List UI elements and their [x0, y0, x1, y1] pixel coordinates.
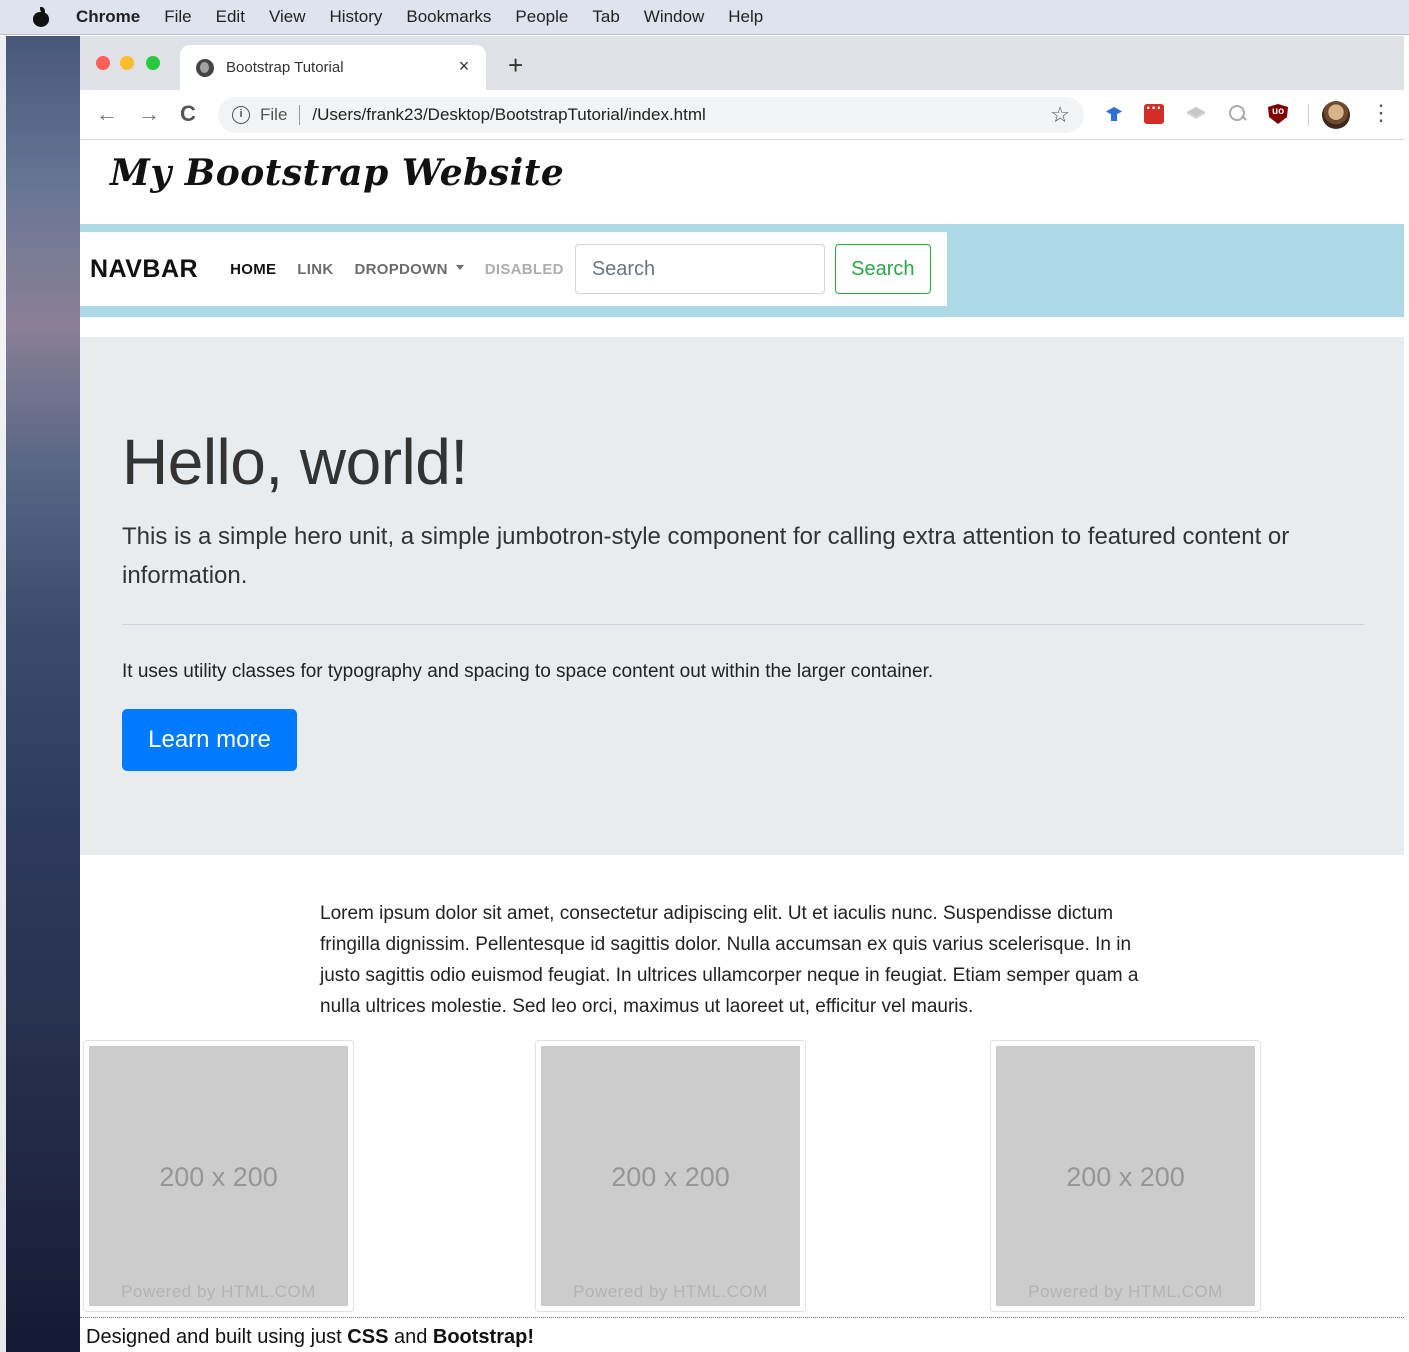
nav-dropdown[interactable]: DROPDOWN [355, 261, 464, 278]
jumbotron-lead: This is a simple hero unit, a simple jum… [122, 523, 1290, 589]
nav-dropdown-label: DROPDOWN [354, 260, 448, 278]
learn-more-button[interactable]: Learn more [122, 709, 297, 771]
menu-window[interactable]: Window [644, 7, 704, 27]
thumbnail-image: 200 x 200 Powered by HTML.COM [535, 1040, 806, 1312]
placeholder-credit: Powered by HTML.COM [573, 1282, 768, 1301]
window-zoom-button[interactable] [146, 56, 160, 70]
toolbar-divider [1308, 104, 1309, 126]
window-close-button[interactable] [96, 56, 110, 70]
tab-bootstrap-tutorial[interactable]: Bootstrap Tutorial × [180, 45, 486, 90]
apple-logo-icon[interactable] [32, 7, 50, 27]
placeholder-credit: Powered by HTML.COM [1028, 1282, 1223, 1301]
zoom-icon[interactable] [1228, 104, 1248, 124]
bookmark-star-icon[interactable]: ☆ [1050, 102, 1070, 128]
jumbotron-divider [122, 624, 1364, 625]
nav-link-disabled: DISABLED [484, 260, 564, 278]
globe-icon [196, 58, 214, 77]
placeholder-image: 200 x 200 Powered by HTML.COM [996, 1046, 1255, 1306]
caret-down-icon [455, 265, 464, 271]
web-page: My Bootstrap Website NAVBAR HOME LINK DR… [80, 140, 1404, 1352]
browser-window: Bootstrap Tutorial × + ← → C i File /Use… [80, 36, 1404, 1352]
navbar-band: NAVBAR HOME LINK DROPDOWN DISABLED Searc… [80, 224, 1404, 317]
graduation-cap-icon[interactable] [1104, 104, 1124, 124]
lorem-paragraph: Lorem ipsum dolor sit amet, consectetur … [320, 903, 1139, 1017]
site-logo: My Bootstrap Website [110, 152, 565, 194]
desktop-wallpaper [0, 36, 80, 1352]
reload-icon[interactable]: C [180, 103, 196, 125]
url-scheme-label: File [260, 105, 288, 124]
menu-tab[interactable]: Tab [592, 7, 619, 27]
tab-title: Bootstrap Tutorial [226, 59, 344, 76]
ublock-icon[interactable] [1268, 104, 1288, 124]
footer-css: CSS [347, 1326, 389, 1348]
info-icon[interactable]: i [232, 106, 250, 124]
nav-link-link[interactable]: LINK [297, 261, 333, 278]
kebab-menu-icon[interactable]: ⋮ [1370, 102, 1392, 124]
tab-close-icon[interactable]: × [454, 56, 474, 76]
menu-edit[interactable]: Edit [216, 7, 245, 27]
new-tab-button[interactable]: + [508, 52, 523, 78]
footer-text: Designed and built using just CSS and Bo… [86, 1326, 534, 1349]
jumbotron-title: Hello, world! [122, 426, 468, 498]
menu-file[interactable]: File [164, 7, 191, 27]
back-arrow-icon[interactable]: ← [96, 103, 118, 125]
search-button[interactable]: Search [834, 244, 931, 294]
navbar-brand[interactable]: NAVBAR [90, 255, 198, 284]
search-input[interactable] [574, 244, 825, 294]
menu-view[interactable]: View [269, 7, 306, 27]
layers-icon[interactable] [1186, 104, 1206, 124]
menu-people[interactable]: People [515, 7, 568, 27]
macos-menubar: Chrome File Edit View History Bookmarks … [0, 0, 1409, 35]
url-divider [299, 105, 301, 125]
navbar: NAVBAR HOME LINK DROPDOWN DISABLED Searc… [80, 232, 947, 306]
lastpass-icon[interactable] [1144, 100, 1164, 124]
menu-bookmarks[interactable]: Bookmarks [406, 7, 491, 27]
thumbnail-image: 200 x 200 Powered by HTML.COM [990, 1040, 1261, 1312]
menu-help[interactable]: Help [728, 7, 763, 27]
placeholder-image: 200 x 200 Powered by HTML.COM [89, 1046, 348, 1306]
browser-toolbar: ← → C i File /Users/frank23/Desktop/Boot… [80, 90, 1404, 140]
nav-link-home[interactable]: HOME [230, 261, 276, 278]
tab-strip: Bootstrap Tutorial × + [80, 36, 1404, 90]
placeholder-size: 200 x 200 [1066, 1162, 1185, 1192]
jumbotron-text: It uses utility classes for typography a… [122, 661, 934, 682]
placeholder-size: 200 x 200 [611, 1162, 730, 1192]
thumbnail-image: 200 x 200 Powered by HTML.COM [83, 1040, 354, 1312]
footer-prefix: Designed and built using just [86, 1326, 348, 1348]
placeholder-credit: Powered by HTML.COM [121, 1282, 316, 1301]
address-bar[interactable]: i File /Users/frank23/Desktop/BootstrapT… [218, 97, 1084, 133]
jumbotron: Hello, world! This is a simple hero unit… [80, 337, 1404, 855]
menu-chrome[interactable]: Chrome [76, 7, 140, 27]
url-text[interactable]: /Users/frank23/Desktop/BootstrapTutorial… [312, 105, 705, 125]
footer-divider [80, 1317, 1404, 1318]
placeholder-image: 200 x 200 Powered by HTML.COM [541, 1046, 800, 1306]
placeholder-size: 200 x 200 [159, 1162, 278, 1192]
footer-and: and [388, 1326, 433, 1348]
forward-arrow-icon[interactable]: → [138, 103, 160, 125]
menu-history[interactable]: History [329, 7, 382, 27]
window-minimize-button[interactable] [120, 56, 134, 70]
footer-bootstrap: Bootstrap! [432, 1326, 534, 1348]
profile-avatar[interactable] [1322, 101, 1350, 129]
